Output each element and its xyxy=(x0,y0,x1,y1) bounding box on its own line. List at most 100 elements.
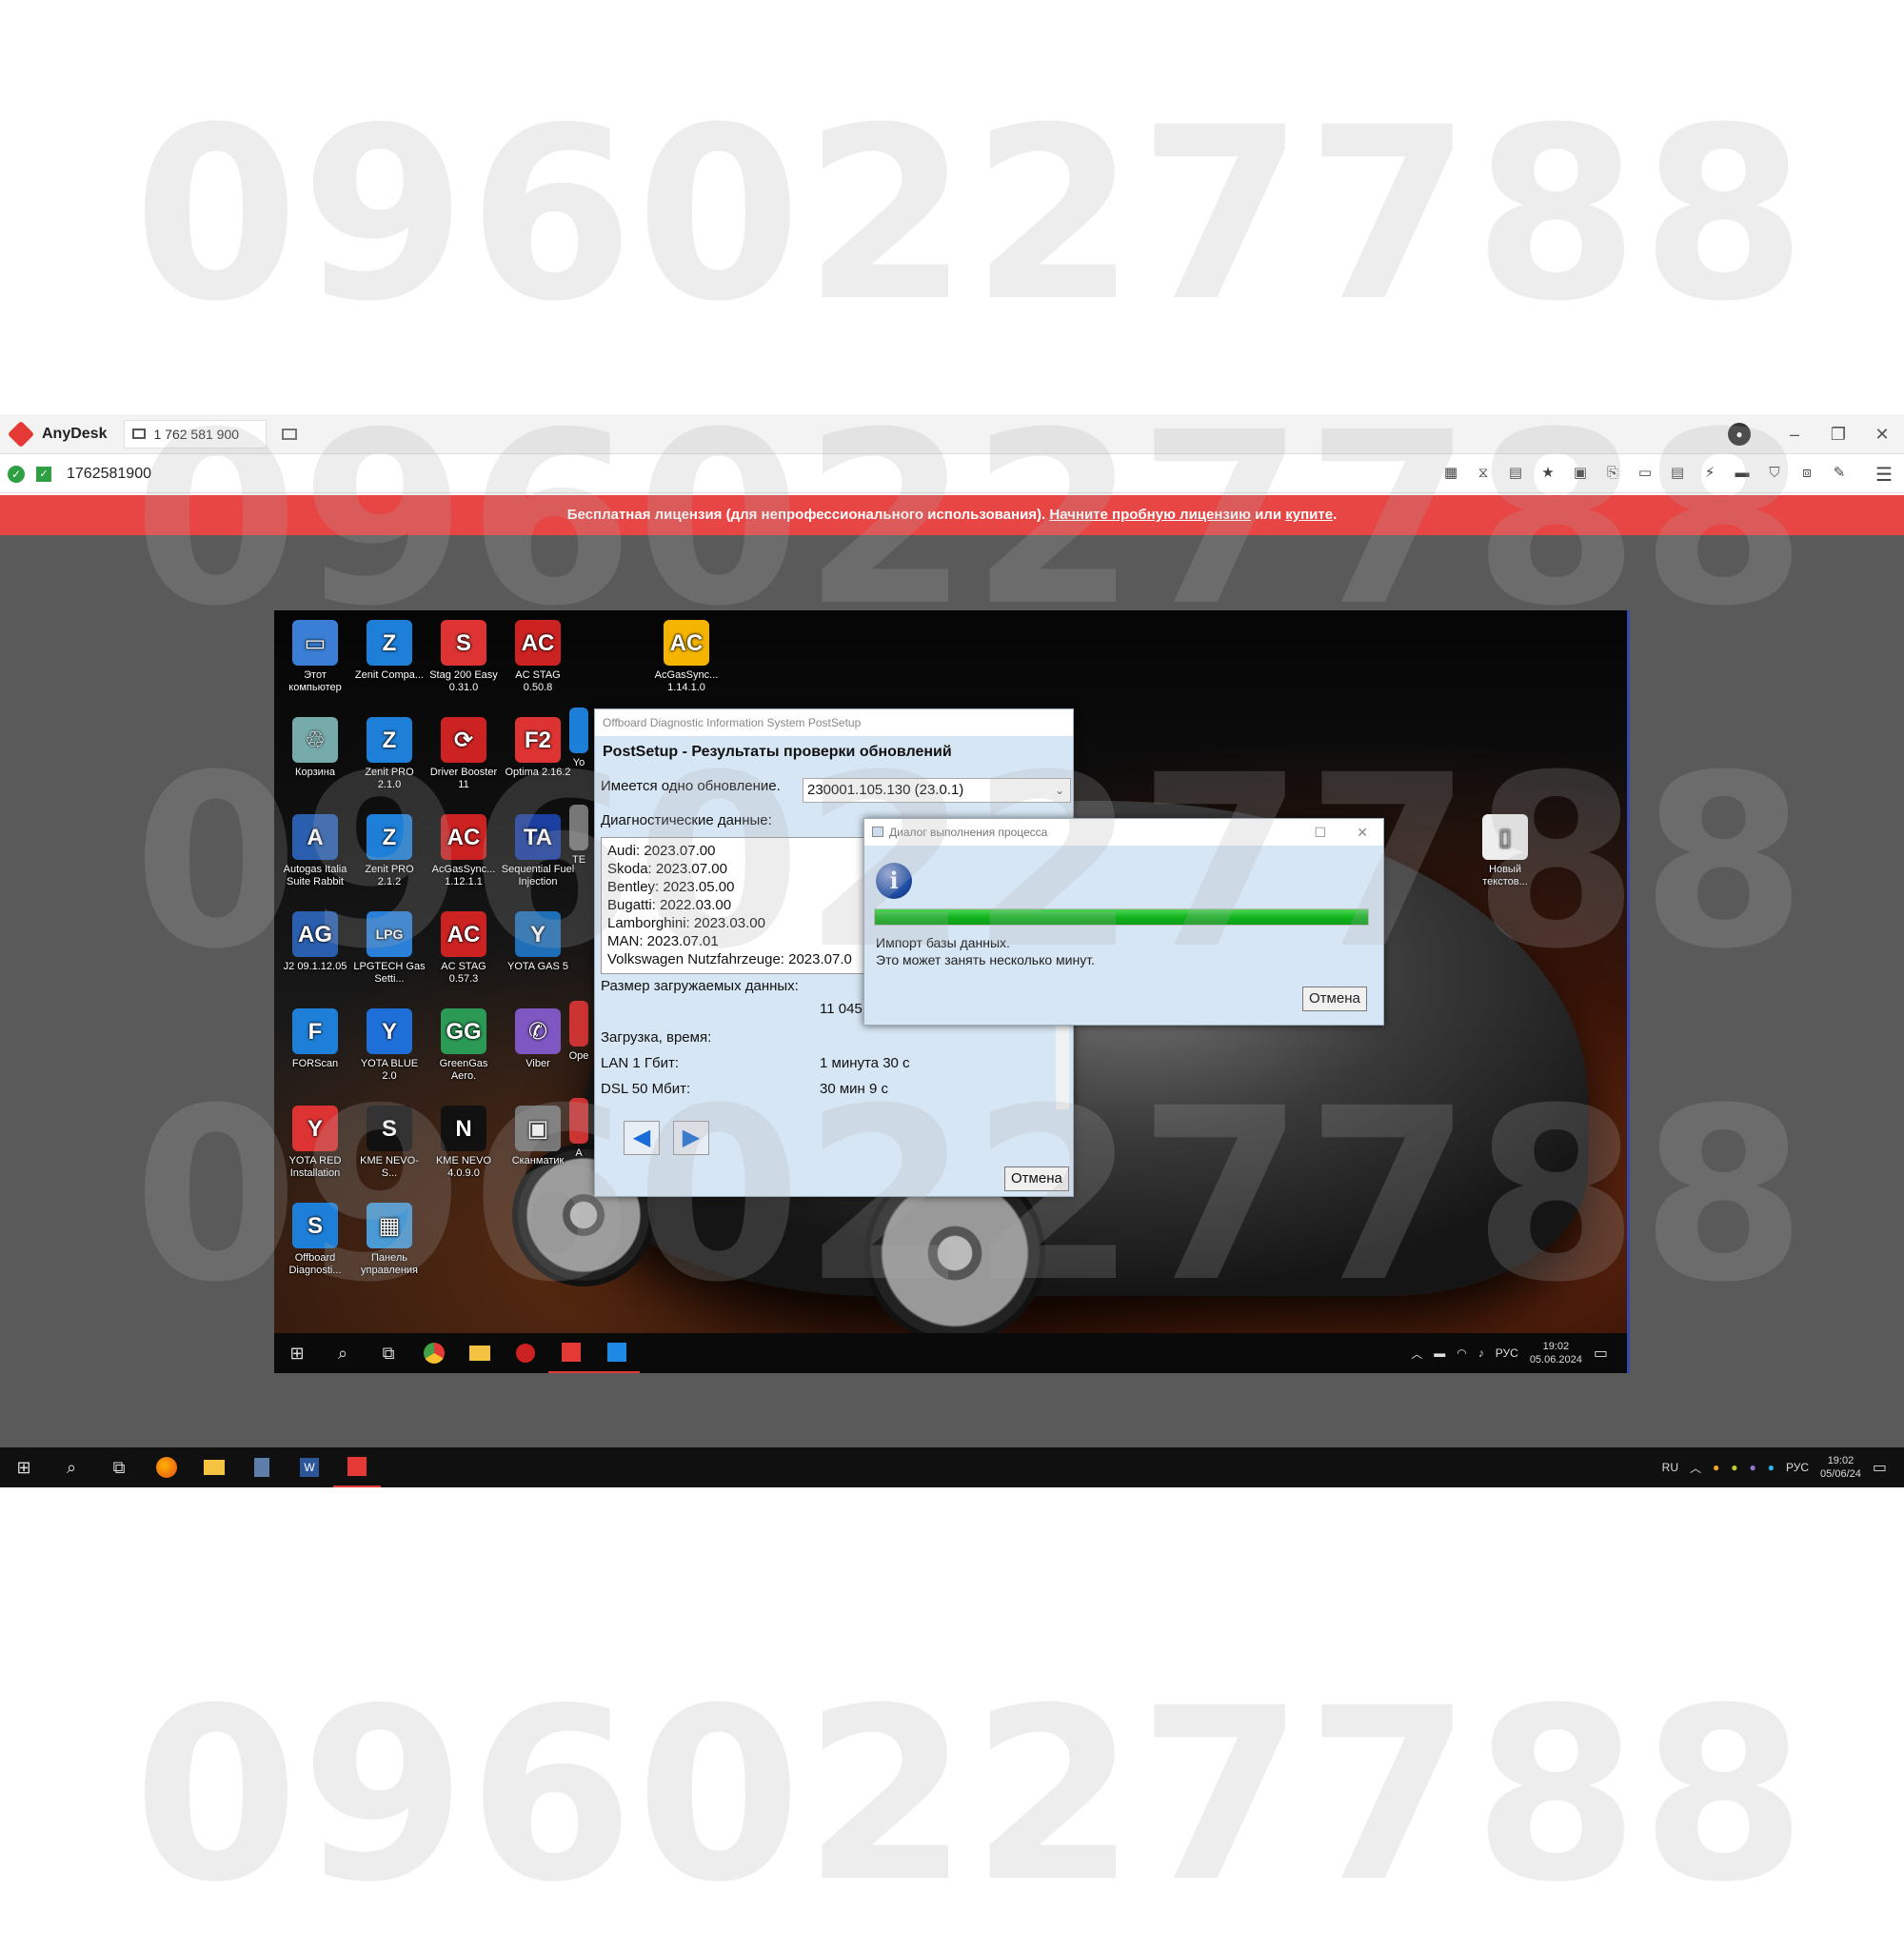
database-icon[interactable]: ▤ xyxy=(1506,464,1525,483)
desktop-icon[interactable]: ⟳ Driver Booster 11 xyxy=(426,713,501,808)
hamburger-menu-icon[interactable]: ☰ xyxy=(1875,463,1893,487)
desktop-icon[interactable]: S Stag 200 Easy 0.31.0 xyxy=(426,616,501,711)
actions-bolt-icon[interactable]: ⚡ xyxy=(1700,464,1719,483)
search-icon[interactable]: ⌕ xyxy=(320,1333,366,1373)
notification-icon[interactable]: ▭ xyxy=(1873,1458,1887,1477)
desktop-icon[interactable]: S KME NEVO-S... xyxy=(352,1102,426,1197)
chevron-up-icon[interactable]: ︿ xyxy=(1411,1346,1422,1362)
chevron-up-icon[interactable]: ︿ xyxy=(1690,1460,1701,1476)
hourglass-icon[interactable]: ⧖ xyxy=(1474,464,1493,483)
desktop-icon[interactable]: Z Zenit PRO 2.1.2 xyxy=(352,810,426,906)
partial-icon-label[interactable]: TE xyxy=(565,801,593,896)
maximize-button[interactable]: ❐ xyxy=(1816,414,1860,454)
next-button[interactable]: ▶ xyxy=(673,1121,709,1155)
task-view-icon[interactable]: ⧉ xyxy=(366,1333,411,1373)
session-tab[interactable]: 1 762 581 900 xyxy=(124,419,268,449)
start-icon[interactable]: ⊞ xyxy=(274,1333,320,1373)
wifi-icon[interactable]: ◠ xyxy=(1457,1346,1466,1360)
minimize-button[interactable]: – xyxy=(1773,414,1816,454)
postsetup-title-bar[interactable]: Offboard Diagnostic Information System P… xyxy=(595,709,1073,736)
file-transfer-icon[interactable]: ▣ xyxy=(1571,464,1590,483)
host-input-lang[interactable]: RU xyxy=(1662,1461,1678,1474)
telegram-tray-icon[interactable]: ● xyxy=(1768,1461,1775,1474)
chrome-icon[interactable] xyxy=(411,1333,457,1373)
desktop-icon[interactable]: ▭ Этот компьютер xyxy=(278,616,352,711)
odis-taskbar-icon[interactable] xyxy=(594,1333,640,1373)
monitor-select-icon[interactable]: ⎘ xyxy=(1603,464,1622,483)
anydesk-taskbar-icon[interactable] xyxy=(333,1447,381,1487)
anydesk-taskbar-icon[interactable] xyxy=(548,1333,594,1373)
back-button[interactable]: ◀ xyxy=(624,1121,660,1155)
partial-icon-label[interactable]: Ope xyxy=(565,997,593,1092)
new-tab-icon[interactable] xyxy=(282,428,298,440)
diag-list[interactable]: Audi: 2023.07.00 Skoda: 2023.07.00 Bentley… xyxy=(601,837,886,974)
desktop-icon[interactable]: Y YOTA RED Installation xyxy=(278,1102,352,1197)
desktop-icon[interactable]: F FORScan xyxy=(278,1005,352,1100)
desktop-icon[interactable]: ▯ Новый текстов... xyxy=(1468,810,1542,906)
permissions-shield-icon[interactable]: ⛉ xyxy=(1765,464,1784,483)
task-view-icon[interactable]: ⧉ xyxy=(95,1447,143,1487)
tray-app-icon[interactable]: ● xyxy=(1713,1461,1719,1474)
explorer-icon[interactable] xyxy=(190,1447,238,1487)
scrollbar[interactable] xyxy=(1056,1024,1069,1109)
update-select[interactable]: 230001.105.130 (23.0.1) ⌄ xyxy=(803,778,1071,803)
desktop-icon[interactable]: AC AcGasSync... 1.12.1.1 xyxy=(426,810,501,906)
desktop-icon[interactable]: AG J2 09.1.12.05 xyxy=(278,907,352,1003)
dsl-label: DSL 50 Мбит: xyxy=(601,1081,691,1097)
desktop-icon[interactable]: Y YOTA BLUE 2.0 xyxy=(352,1005,426,1100)
word-icon[interactable]: W xyxy=(286,1447,333,1487)
desktop-icon[interactable]: LPG LPGTECH Gas Setti... xyxy=(352,907,426,1003)
list-item: Bugatti: 2022.03.00 xyxy=(607,897,732,913)
desktop-icon[interactable]: N KME NEVO 4.0.9.0 xyxy=(426,1102,501,1197)
start-icon[interactable]: ⊞ xyxy=(0,1447,48,1487)
app-icon: GG xyxy=(441,1008,486,1054)
calculator-icon[interactable] xyxy=(238,1447,286,1487)
input-lang[interactable]: РУС xyxy=(1496,1346,1518,1360)
notification-icon[interactable]: ▭ xyxy=(1594,1344,1608,1363)
progress-cancel-button[interactable]: Отмена xyxy=(1302,987,1367,1011)
display-icon[interactable]: ▭ xyxy=(1636,464,1655,483)
close-button[interactable]: ✕ xyxy=(1860,414,1904,454)
trial-license-link[interactable]: Начните пробную лицензию xyxy=(1049,507,1251,523)
buy-link[interactable]: купите xyxy=(1285,507,1333,523)
battery-icon[interactable]: ▬ xyxy=(1434,1346,1445,1360)
postsetup-cancel-button[interactable]: Отмена xyxy=(1004,1166,1069,1191)
whiteboard-pen-icon[interactable]: ✎ xyxy=(1830,464,1849,483)
desktop-icon[interactable]: ♲ Корзина xyxy=(278,713,352,808)
viber-tray-icon[interactable]: ● xyxy=(1750,1461,1756,1474)
close-icon[interactable]: ✕ xyxy=(1357,819,1368,846)
host-clock[interactable]: 19:02 05/06/24 xyxy=(1820,1454,1861,1481)
favorite-star-icon[interactable]: ★ xyxy=(1538,464,1557,483)
remote-desktop[interactable]: ▭ Этот компьютер Z Zenit Compa... S Stag 200 … xyxy=(274,610,1630,1373)
desktop-icon[interactable]: S Offboard Diagnosti... xyxy=(278,1199,352,1294)
desktop-icon[interactable]: GG GreenGas Aero. xyxy=(426,1005,501,1100)
partial-icon-label[interactable]: A xyxy=(565,1094,593,1189)
account-icon[interactable]: ● xyxy=(1728,423,1751,446)
tray-app-icon[interactable]: ● xyxy=(1731,1461,1737,1474)
desktop-icon[interactable]: AC AcGasSync... 1.14.1.0 xyxy=(649,616,724,711)
explorer-icon[interactable] xyxy=(457,1333,503,1373)
desktop-icon[interactable]: Y YOTA GAS 5 xyxy=(501,907,575,1003)
desktop-icon[interactable]: ▦ Панель управления xyxy=(352,1199,426,1294)
chat-icon[interactable]: ▦ xyxy=(1441,464,1460,483)
desktop-icon[interactable]: Z Zenit Compa... xyxy=(352,616,426,711)
anydesk-logo-icon xyxy=(7,420,35,448)
desktop-icon[interactable]: A Autogas Italia Suite Rabbit xyxy=(278,810,352,906)
remote-clock[interactable]: 19:02 05.06.2024 xyxy=(1530,1340,1582,1366)
app-icon: S xyxy=(292,1203,338,1248)
driver-booster-icon[interactable] xyxy=(503,1333,548,1373)
desktop-icon[interactable]: AC AC STAG 0.57.3 xyxy=(426,907,501,1003)
record-icon[interactable]: ⧈ xyxy=(1797,464,1816,483)
desktop-icon[interactable]: Z Zenit PRO 2.1.0 xyxy=(352,713,426,808)
desktop-icon[interactable]: AC AC STAG 0.50.8 xyxy=(501,616,575,711)
message-icon[interactable]: ▤ xyxy=(1668,464,1687,483)
search-icon[interactable]: ⌕ xyxy=(48,1447,95,1487)
volume-icon[interactable]: ♪ xyxy=(1478,1346,1484,1360)
maximize-icon[interactable]: ☐ xyxy=(1314,819,1326,846)
progress-title-bar[interactable]: Диалог выполнения процесса ☐ ✕ xyxy=(864,819,1383,846)
address-field[interactable]: 1762581900 xyxy=(67,466,151,483)
host-keyboard-lang[interactable]: РУС xyxy=(1786,1461,1809,1474)
firefox-icon[interactable] xyxy=(143,1447,190,1487)
partial-icon-label[interactable]: Yo xyxy=(565,704,593,799)
keyboard-icon[interactable]: ▬ xyxy=(1733,464,1752,483)
